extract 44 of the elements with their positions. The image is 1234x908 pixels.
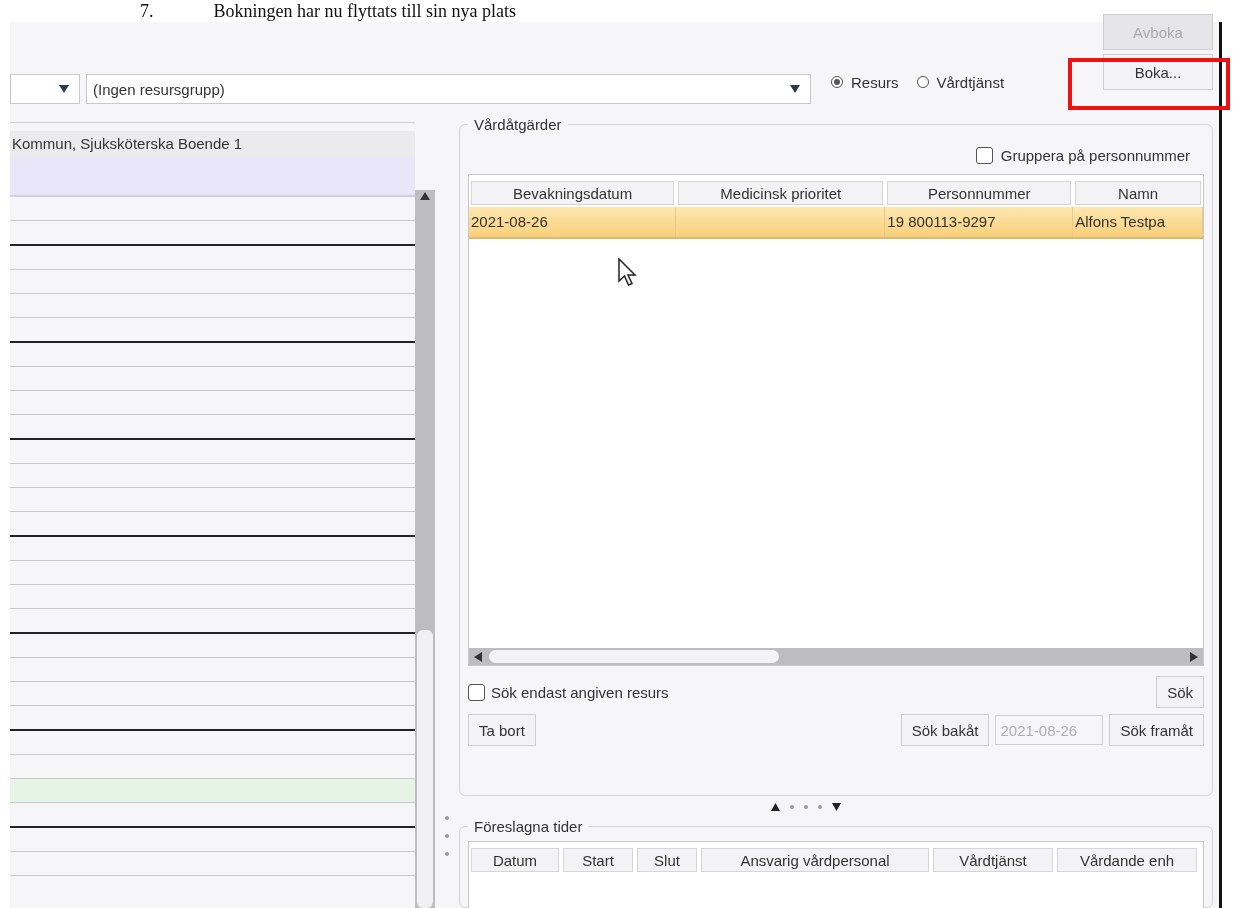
radio-button[interactable] bbox=[916, 76, 929, 88]
mouse-cursor-icon bbox=[618, 258, 640, 288]
radio-label[interactable]: Vårdtjänst bbox=[936, 73, 1005, 91]
scrollbar[interactable] bbox=[415, 190, 435, 908]
schedule-header: Kommun, Sjuksköterska Boende 1 bbox=[10, 131, 415, 157]
radio-button[interactable] bbox=[831, 76, 843, 88]
scroll-thumb[interactable] bbox=[417, 630, 433, 908]
column-header[interactable]: Personnummer bbox=[887, 181, 1072, 205]
search-forward-button[interactable]: Sök framåt bbox=[1109, 714, 1204, 746]
group-title: Vårdåtgärder bbox=[473, 116, 563, 133]
column-header[interactable]: Slut bbox=[637, 848, 697, 872]
group-title: Föreslagna tider bbox=[473, 818, 584, 835]
horizontal-scrollbar[interactable] bbox=[469, 648, 1203, 665]
remove-button[interactable]: Ta bort bbox=[468, 714, 536, 746]
column-header[interactable]: Bevakningsdatum bbox=[471, 181, 675, 205]
document-heading: Bokningen har nu flyttats till sin nya plats bbox=[213, 0, 516, 22]
column-header[interactable]: Namn bbox=[1075, 181, 1201, 205]
table-cell: 19 800113-9297 bbox=[885, 207, 1074, 237]
down-arrow-icon[interactable] bbox=[832, 803, 841, 811]
up-arrow-icon[interactable] bbox=[420, 192, 430, 200]
table-row[interactable]: 2021-08-26 19 800113-9297 Alfons Testpa bbox=[469, 207, 1203, 239]
right-arrow-icon[interactable] bbox=[1190, 652, 1198, 662]
dropdown[interactable]: (Ingen resursgrupp) bbox=[86, 74, 811, 104]
column-header[interactable]: Vårdande enh bbox=[1057, 848, 1197, 872]
scroll-thumb[interactable] bbox=[489, 650, 779, 663]
checkbox[interactable] bbox=[975, 147, 993, 164]
column-header[interactable]: Vårdtjänst bbox=[933, 848, 1053, 872]
checkbox[interactable] bbox=[468, 683, 485, 701]
column-header[interactable]: Datum bbox=[471, 848, 559, 872]
column-header[interactable]: Ansvarig vårdpersonal bbox=[701, 848, 929, 872]
table-cell: Alfons Testpa bbox=[1073, 207, 1203, 237]
search-button[interactable]: Sök bbox=[1156, 676, 1204, 708]
left-arrow-icon[interactable] bbox=[474, 652, 482, 662]
checkbox-label[interactable]: Gruppera på personnummer bbox=[1000, 147, 1190, 164]
search-back-button[interactable]: Sök bakåt bbox=[900, 714, 990, 746]
step-number: 7. bbox=[140, 0, 154, 22]
dropdown-arrow-icon[interactable] bbox=[790, 85, 800, 93]
up-arrow-icon[interactable] bbox=[771, 803, 780, 811]
table-cell: 2021-08-26 bbox=[469, 207, 677, 237]
radio-label[interactable]: Resurs bbox=[851, 73, 899, 91]
checkbox-label[interactable]: Sök endast angiven resurs bbox=[491, 683, 669, 701]
dropdown-arrow-icon[interactable] bbox=[59, 85, 69, 93]
column-header[interactable]: Start bbox=[563, 848, 633, 872]
column-header[interactable]: Medicinsk prioritet bbox=[678, 181, 884, 205]
